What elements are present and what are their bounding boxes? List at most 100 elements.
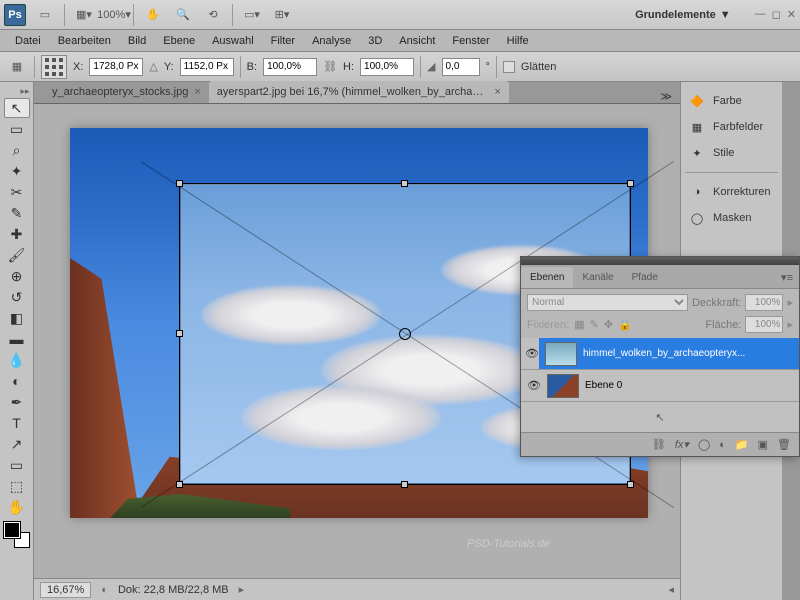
w-input[interactable] bbox=[263, 58, 317, 76]
menu-item[interactable]: Ebene bbox=[156, 32, 202, 50]
layer-thumbnail[interactable] bbox=[547, 374, 579, 398]
tab-ebenen[interactable]: Ebenen bbox=[521, 267, 573, 288]
menu-item[interactable]: Hilfe bbox=[500, 32, 536, 50]
transform-handle[interactable] bbox=[176, 330, 183, 337]
screen-mode-icon[interactable]: ▭▾ bbox=[241, 4, 263, 26]
transform-center-icon[interactable] bbox=[399, 328, 411, 340]
arrange-icon[interactable]: ▦▾ bbox=[73, 4, 95, 26]
brush-tool-icon[interactable]: 🖌 bbox=[4, 245, 30, 265]
extras-icon[interactable]: ⊞▾ bbox=[271, 4, 293, 26]
menu-item[interactable]: Auswahl bbox=[205, 32, 261, 50]
y-input[interactable] bbox=[180, 58, 234, 76]
lock-pixels-icon[interactable]: ▦ bbox=[574, 318, 584, 331]
workspace-switcher[interactable]: Grundelemente▼ bbox=[629, 5, 737, 25]
smooth-checkbox[interactable] bbox=[503, 61, 515, 73]
transform-handle[interactable] bbox=[176, 481, 183, 488]
color-swatches[interactable] bbox=[4, 522, 30, 548]
h-input[interactable] bbox=[360, 58, 414, 76]
layer-name[interactable]: Ebene 0 bbox=[585, 380, 622, 391]
lock-all-icon[interactable]: 🔒 bbox=[618, 318, 632, 331]
menu-item[interactable]: Bearbeiten bbox=[51, 32, 118, 50]
eyedropper-tool-icon[interactable]: ✎ bbox=[4, 203, 30, 223]
scroll-left-icon[interactable]: ◂ bbox=[668, 583, 674, 596]
zoom-value[interactable]: 16,67% bbox=[40, 582, 91, 598]
blur-tool-icon[interactable]: 💧 bbox=[4, 350, 30, 370]
menu-item[interactable]: Datei bbox=[8, 32, 48, 50]
transform-handle[interactable] bbox=[401, 180, 408, 187]
visibility-icon[interactable]: 👁 bbox=[521, 338, 539, 369]
tab-kanaele[interactable]: Kanäle bbox=[573, 267, 622, 288]
document-tab[interactable]: ayerspart2.jpg bei 16,7% (himmel_wolken_… bbox=[209, 81, 509, 103]
delta-icon[interactable]: △ bbox=[149, 60, 157, 73]
rotate-icon[interactable]: ⟲ bbox=[202, 4, 224, 26]
fx-icon[interactable]: fx▾ bbox=[675, 438, 689, 451]
wand-tool-icon[interactable]: ✦ bbox=[4, 161, 30, 181]
pen-tool-icon[interactable]: ✒ bbox=[4, 392, 30, 412]
adjustment-layer-icon[interactable]: ◐ bbox=[719, 439, 726, 451]
hand-icon[interactable]: ✋ bbox=[142, 4, 164, 26]
panel-farbe[interactable]: 🔶Farbe bbox=[681, 88, 782, 114]
group-icon[interactable]: 📁 bbox=[735, 438, 749, 451]
3d-tool-icon[interactable]: ⬚ bbox=[4, 476, 30, 496]
layer-name[interactable]: himmel_wolken_by_archaeopteryx... bbox=[583, 348, 745, 359]
layer-item[interactable]: 👁 himmel_wolken_by_archaeopteryx... bbox=[521, 338, 799, 370]
path-tool-icon[interactable]: ↗ bbox=[4, 434, 30, 454]
angle-input[interactable] bbox=[442, 58, 480, 76]
menu-item[interactable]: Analyse bbox=[305, 32, 358, 50]
opacity-input[interactable] bbox=[745, 294, 783, 311]
hand-tool-icon[interactable]: ✋ bbox=[4, 497, 30, 517]
dodge-tool-icon[interactable]: ◐ bbox=[4, 371, 30, 391]
menu-item[interactable]: Fenster bbox=[445, 32, 496, 50]
gradient-tool-icon[interactable]: ▬ bbox=[4, 329, 30, 349]
marquee-tool-icon[interactable]: ▭ bbox=[4, 119, 30, 139]
zoom-icon[interactable]: 🔍 bbox=[172, 4, 194, 26]
lock-move-icon[interactable]: ✥ bbox=[604, 318, 613, 331]
link-layers-icon[interactable]: ⛓ bbox=[652, 438, 666, 451]
shape-tool-icon[interactable]: ▭ bbox=[4, 455, 30, 475]
mask-icon[interactable]: ◯ bbox=[698, 438, 710, 451]
blend-mode-select[interactable]: Normal bbox=[527, 294, 688, 311]
visibility-icon[interactable]: 👁 bbox=[527, 379, 541, 392]
transform-handle[interactable] bbox=[627, 481, 634, 488]
tab-scroll-icon[interactable]: ≫ bbox=[652, 90, 680, 103]
lasso-tool-icon[interactable]: ⌕ bbox=[4, 140, 30, 160]
zoom-dropdown[interactable]: 100%▾ bbox=[103, 4, 125, 26]
menu-item[interactable]: Bild bbox=[121, 32, 153, 50]
new-layer-icon[interactable]: ▣ bbox=[758, 438, 768, 451]
panel-korrekturen[interactable]: ◑Korrekturen bbox=[681, 179, 782, 205]
reference-point-icon[interactable] bbox=[41, 55, 67, 79]
eraser-tool-icon[interactable]: ◧ bbox=[4, 308, 30, 328]
crop-tool-icon[interactable]: ✂ bbox=[4, 182, 30, 202]
layer-item[interactable]: 👁 Ebene 0 bbox=[521, 370, 799, 402]
minimize-icon[interactable]: — bbox=[755, 8, 766, 21]
toolbox-expand-icon[interactable]: ▸▸ bbox=[4, 86, 30, 97]
document-tab[interactable]: y_archaeopteryx_stocks.jpg× bbox=[44, 81, 209, 103]
fill-input[interactable] bbox=[745, 316, 783, 333]
panel-masken[interactable]: ◯Masken bbox=[681, 205, 782, 231]
close-tab-icon[interactable]: × bbox=[494, 86, 500, 98]
transform-handle[interactable] bbox=[401, 481, 408, 488]
transform-tool-icon[interactable]: ▦ bbox=[6, 56, 28, 78]
menu-item[interactable]: Filter bbox=[264, 32, 302, 50]
opacity-flyout-icon[interactable]: ▸ bbox=[787, 296, 793, 309]
maximize-icon[interactable]: ◻ bbox=[772, 8, 781, 21]
fill-flyout-icon[interactable]: ▸ bbox=[787, 318, 793, 331]
panel-menu-icon[interactable]: ▾≡ bbox=[775, 267, 799, 288]
panel-drag-bar[interactable] bbox=[521, 257, 799, 265]
history-brush-icon[interactable]: ↺ bbox=[4, 287, 30, 307]
healing-tool-icon[interactable]: ✚ bbox=[4, 224, 30, 244]
panel-stile[interactable]: ✦Stile bbox=[681, 140, 782, 166]
x-input[interactable] bbox=[89, 58, 143, 76]
stamp-tool-icon[interactable]: ⊕ bbox=[4, 266, 30, 286]
lock-paint-icon[interactable]: ✎ bbox=[590, 318, 599, 331]
delete-layer-icon[interactable]: 🗑 bbox=[777, 438, 791, 451]
status-icon[interactable]: ◐ bbox=[101, 584, 108, 596]
status-arrow-icon[interactable]: ▸ bbox=[239, 583, 245, 596]
close-tab-icon[interactable]: × bbox=[194, 86, 200, 98]
bridge-icon[interactable]: ▭ bbox=[34, 4, 56, 26]
menu-item[interactable]: 3D bbox=[361, 32, 389, 50]
move-tool-icon[interactable]: ↖ bbox=[4, 98, 30, 118]
link-icon[interactable]: ⛓ bbox=[323, 60, 337, 73]
panel-farbfelder[interactable]: ▦Farbfelder bbox=[681, 114, 782, 140]
tab-pfade[interactable]: Pfade bbox=[623, 267, 667, 288]
